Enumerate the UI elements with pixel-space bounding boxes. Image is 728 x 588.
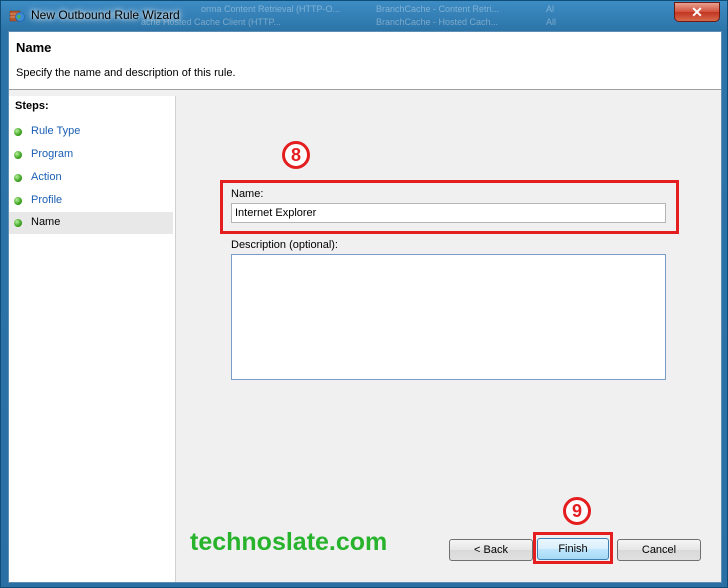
background-text: Al — [546, 4, 555, 14]
close-button[interactable]: ✕ — [674, 2, 720, 22]
steps-panel: Steps: Rule Type Program Action Profile … — [9, 96, 176, 582]
step-label: Program — [31, 148, 74, 160]
wizard-header: Name Specify the name and description of… — [9, 32, 721, 90]
step-program[interactable]: Program — [9, 144, 173, 166]
description-textarea[interactable] — [231, 254, 666, 380]
step-label: Rule Type — [31, 125, 81, 137]
back-button[interactable]: < Back — [449, 539, 533, 561]
step-profile[interactable]: Profile — [9, 190, 173, 212]
cancel-button[interactable]: Cancel — [617, 539, 701, 561]
finish-button[interactable]: Finish — [537, 538, 609, 560]
green-dot-icon — [14, 151, 22, 159]
title-bar[interactable]: orma Content Retrieval (HTTP-O... Branch… — [1, 1, 728, 31]
green-dot-icon — [14, 219, 22, 227]
green-dot-icon — [14, 128, 22, 136]
step8-annotation: 8 — [282, 141, 310, 169]
window-title: New Outbound Rule Wizard — [31, 8, 180, 22]
content-pane: 8 Name: Description (optional): 9 techno… — [176, 96, 721, 582]
page-subtitle: Specify the name and description of this… — [16, 67, 236, 79]
firewall-globe-icon — [9, 10, 25, 22]
step-action[interactable]: Action — [9, 167, 173, 189]
step9-annotation: 9 — [563, 497, 591, 525]
description-label: Description (optional): — [231, 239, 338, 251]
watermark-text: technoslate.com — [190, 528, 388, 556]
step-label: Profile — [31, 194, 63, 206]
name-label: Name: — [231, 188, 264, 200]
background-text: BranchCache - Content Retri... — [376, 4, 500, 14]
background-text: BranchCache - Hosted Cach... — [376, 17, 499, 27]
steps-title: Steps: — [15, 100, 49, 112]
green-dot-icon — [14, 174, 22, 182]
name-input[interactable] — [231, 203, 666, 223]
green-dot-icon — [14, 197, 22, 205]
page-title: Name — [16, 40, 52, 55]
step-label: Name — [31, 216, 61, 228]
step-rule-type[interactable]: Rule Type — [9, 121, 173, 143]
wizard-client-area: Name Specify the name and description of… — [8, 31, 722, 583]
step-name[interactable]: Name — [9, 212, 173, 234]
background-text: All — [546, 17, 557, 27]
step-label: Action — [31, 171, 62, 183]
close-icon: ✕ — [691, 4, 703, 20]
background-text: orma Content Retrieval (HTTP-O... — [201, 4, 341, 14]
wizard-window: orma Content Retrieval (HTTP-O... Branch… — [0, 0, 728, 588]
